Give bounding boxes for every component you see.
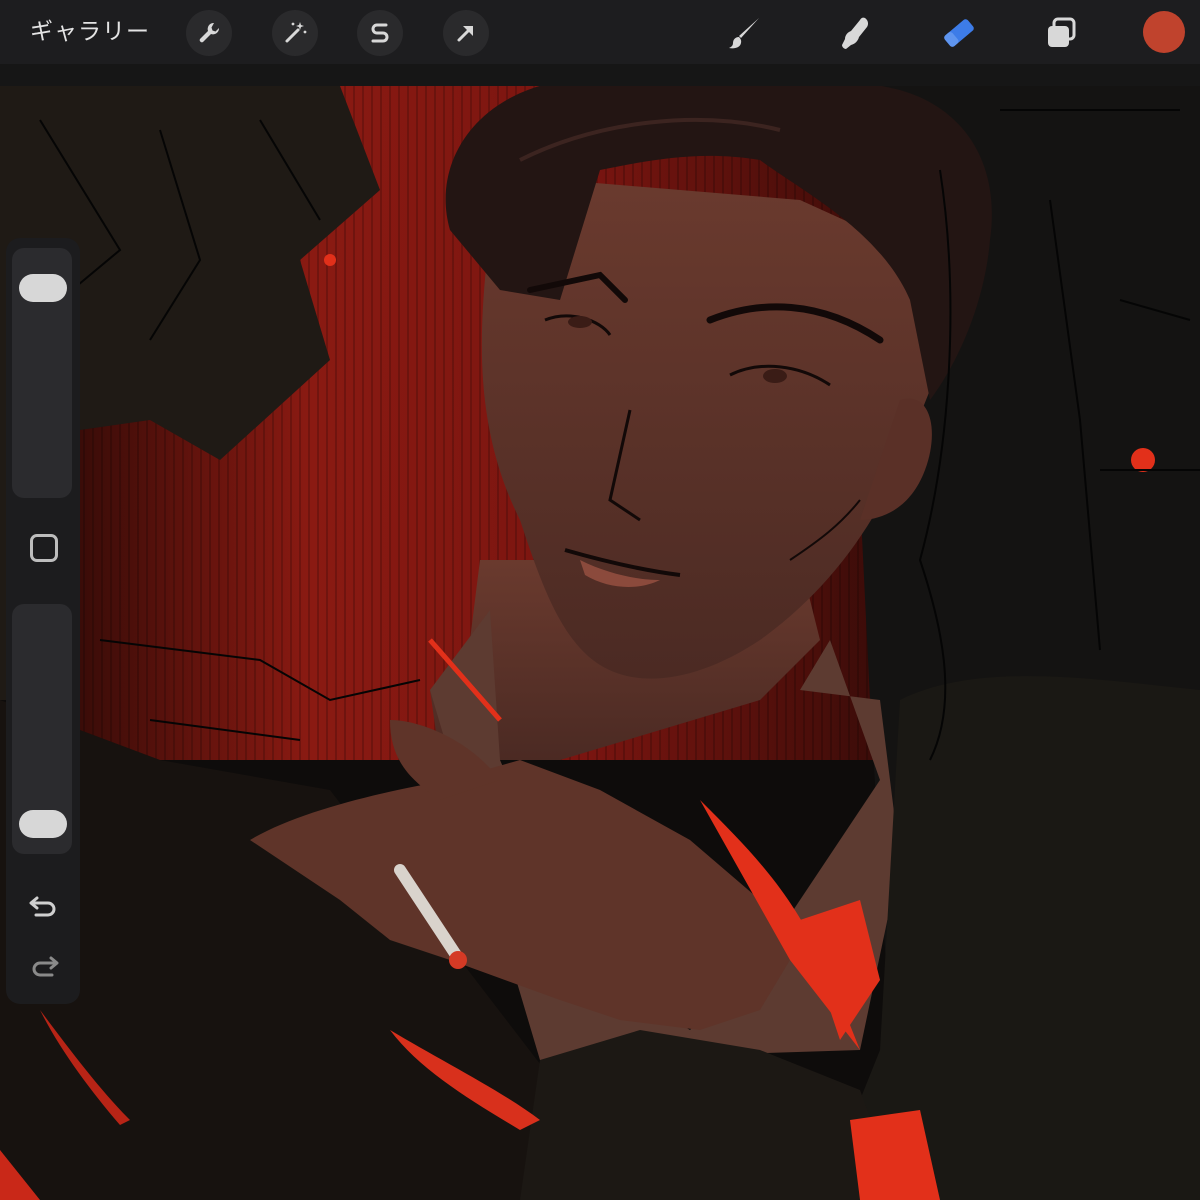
- layers-button[interactable]: [1036, 8, 1086, 58]
- opacity-slider[interactable]: [12, 604, 72, 854]
- artwork: [0, 86, 1200, 1200]
- redo-button[interactable]: [24, 946, 64, 986]
- brush-size-thumb[interactable]: [19, 274, 67, 303]
- redo-arrow-icon: [32, 956, 59, 977]
- drawing-canvas[interactable]: [0, 86, 1200, 1200]
- layers-icon: [1048, 17, 1076, 47]
- transform-button[interactable]: [443, 10, 489, 56]
- undo-button[interactable]: [24, 886, 64, 926]
- canvas-ruler-strip: [0, 64, 1200, 86]
- smudge-button[interactable]: [829, 8, 879, 58]
- selection-s-icon: [371, 23, 389, 43]
- left-sidebar: [6, 238, 80, 1004]
- brush-icon: [729, 18, 759, 49]
- brush-button[interactable]: [720, 8, 770, 58]
- undo-arrow-icon: [29, 896, 56, 917]
- top-toolbar: ギャラリー: [0, 0, 1200, 64]
- opacity-thumb[interactable]: [19, 810, 67, 839]
- brush-size-slider[interactable]: [12, 248, 72, 498]
- adjustments-button[interactable]: [272, 10, 318, 56]
- selection-button[interactable]: [357, 10, 403, 56]
- color-swatch-button[interactable]: [1143, 11, 1185, 53]
- modifier-square-button[interactable]: [30, 534, 58, 562]
- smudge-finger-icon: [842, 17, 869, 49]
- magic-wand-icon: [285, 22, 307, 43]
- gallery-button[interactable]: ギャラリー: [30, 14, 150, 50]
- eraser-button[interactable]: [934, 8, 984, 58]
- wrench-icon: [199, 22, 220, 43]
- actions-button[interactable]: [186, 10, 232, 56]
- arrow-cursor-icon: [457, 26, 473, 42]
- eraser-icon: [944, 19, 974, 47]
